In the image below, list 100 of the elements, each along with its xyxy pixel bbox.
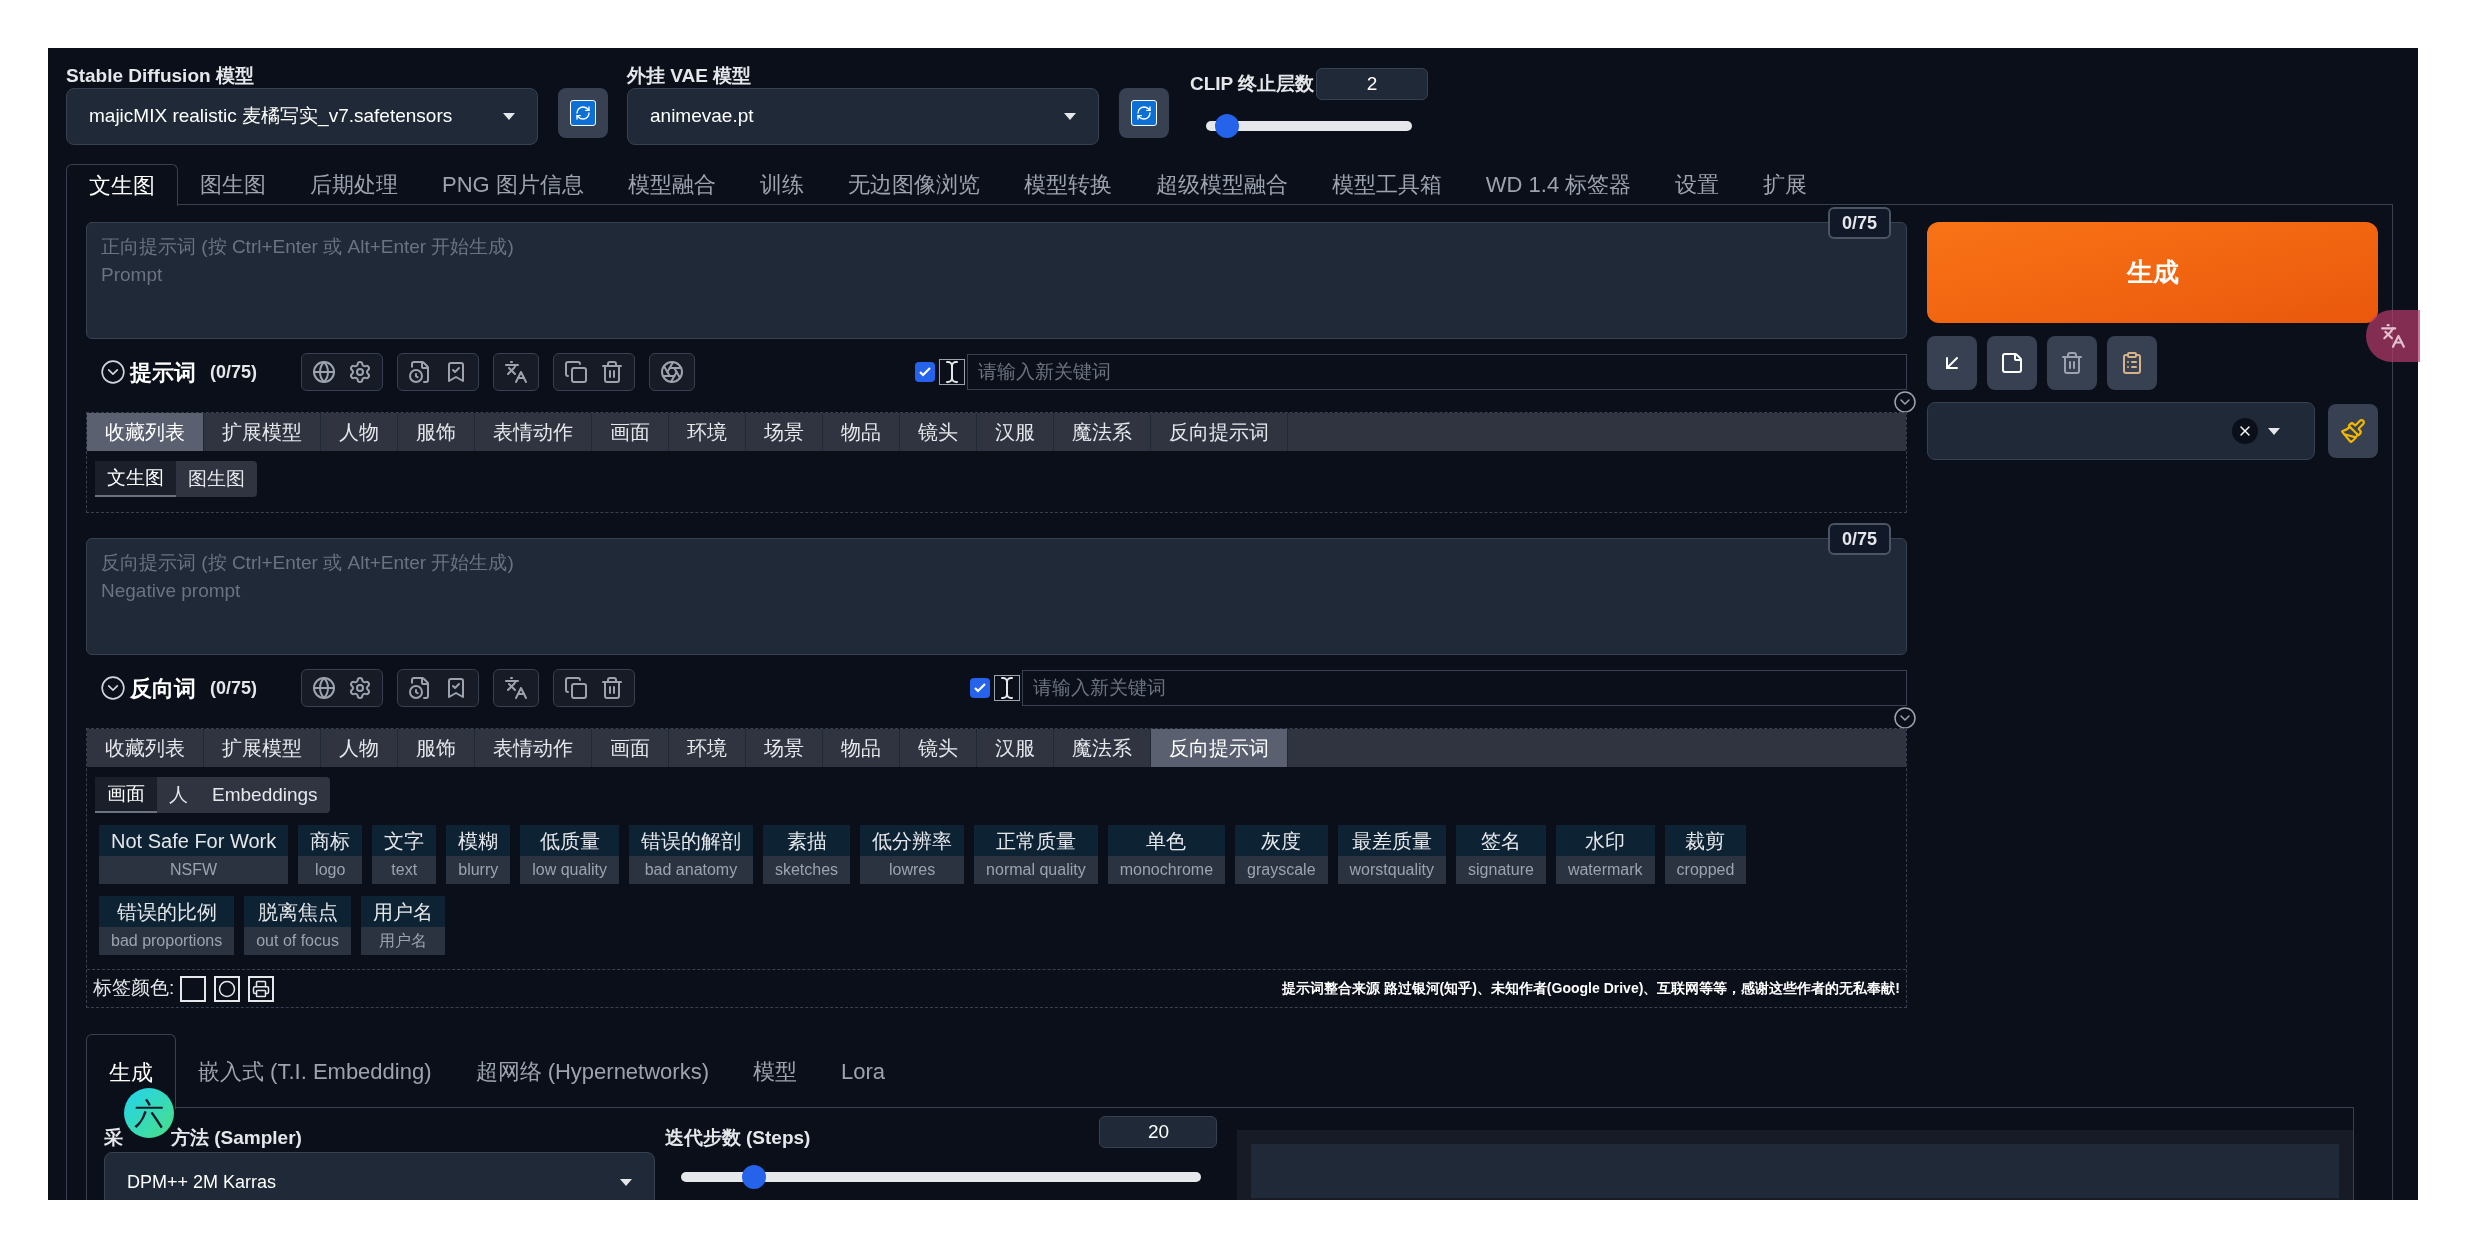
slider-thumb[interactable] (1214, 114, 1239, 138)
subtab[interactable]: Embeddings (200, 777, 330, 813)
main-tab[interactable]: 模型融合 (605, 164, 738, 205)
category-tab[interactable]: 收藏列表 (87, 729, 204, 767)
refresh-button[interactable] (1119, 88, 1169, 138)
bottom-tab[interactable]: 嵌入式 (T.I. Embedding) (176, 1034, 454, 1108)
bottom-tab[interactable]: Lora (819, 1034, 908, 1108)
main-tab[interactable]: 训练 (737, 164, 826, 205)
category-tab[interactable]: 物品 (823, 729, 900, 767)
main-tab[interactable]: WD 1.4 标签器 (1463, 164, 1654, 205)
main-tab[interactable]: 图生图 (178, 164, 288, 205)
category-tab[interactable]: 扩展模型 (204, 413, 321, 451)
category-tab[interactable]: 画面 (592, 729, 669, 767)
subtab[interactable]: 图生图 (176, 461, 257, 497)
tag-chip[interactable]: 低分辨率 lowres (860, 825, 965, 884)
bottom-tab[interactable]: 模型 (731, 1034, 819, 1108)
category-tab[interactable]: 画面 (592, 413, 669, 451)
category-tab[interactable]: 反向提示词 (1151, 413, 1288, 451)
category-tab[interactable]: 表情动作 (475, 413, 592, 451)
keyword-input[interactable]: 请输入新关键词 (967, 354, 1907, 390)
category-tab[interactable]: 服饰 (398, 729, 475, 767)
notepad-button[interactable] (1987, 336, 2037, 390)
sampler-dropdown[interactable]: DPM++ 2M Karras (104, 1152, 655, 1200)
category-tab[interactable]: 汉服 (977, 729, 1054, 767)
main-tab[interactable]: PNG 图片信息 (420, 164, 606, 205)
clipboard-button[interactable] (2107, 336, 2157, 390)
model-dropdown[interactable]: majicMIX realistic 麦橘写实_v7.safetensors (66, 88, 538, 145)
category-tab[interactable]: 场景 (746, 413, 823, 451)
number-input[interactable]: 20 (1099, 1116, 1218, 1149)
number-input[interactable]: 2 (1316, 68, 1428, 100)
category-tab[interactable]: 汉服 (977, 413, 1054, 451)
tag-chip[interactable]: 水印 watermark (1555, 825, 1655, 884)
main-tab[interactable]: 扩展 (1741, 164, 1830, 205)
settings-icon[interactable] (348, 360, 373, 384)
checkbox[interactable] (970, 678, 991, 698)
translate-button[interactable] (2366, 310, 2420, 362)
collapse-icon[interactable] (100, 675, 126, 701)
category-tab[interactable]: 镜头 (900, 413, 977, 451)
category-tab[interactable]: 环境 (669, 413, 746, 451)
delete-icon[interactable] (600, 676, 625, 700)
category-tab[interactable]: 收藏列表 (87, 413, 204, 451)
category-tab[interactable]: 镜头 (900, 729, 977, 767)
printer-button[interactable] (248, 975, 275, 1002)
tag-chip[interactable]: 用户名 用户名 (360, 896, 445, 955)
tag-chip[interactable]: 低质量 low quality (520, 825, 619, 884)
main-tab[interactable]: 模型转换 (1001, 164, 1134, 205)
tag-chip[interactable]: 商标 logo (298, 825, 363, 884)
subtab[interactable]: 画面 (95, 777, 157, 813)
category-tab[interactable]: 人物 (321, 413, 398, 451)
settings-icon[interactable] (348, 676, 373, 700)
subtab[interactable]: 文生图 (95, 461, 176, 497)
collapse-icon[interactable] (100, 359, 126, 385)
brush-button[interactable] (2328, 404, 2378, 458)
copy-icon[interactable] (564, 676, 589, 700)
tag-chip[interactable]: 单色 monochrome (1107, 825, 1226, 884)
main-tab[interactable]: 文生图 (66, 164, 178, 206)
tag-chip[interactable]: 错误的解剖 bad anatomy (628, 825, 753, 884)
tag-chip[interactable]: 错误的比例 bad proportions (99, 896, 235, 955)
main-tab[interactable]: 后期处理 (288, 164, 420, 205)
bottom-tab[interactable]: 超网络 (Hypernetworks) (453, 1034, 731, 1108)
tag-chip[interactable]: 灰度 grayscale (1235, 825, 1328, 884)
category-tab[interactable]: 环境 (669, 729, 746, 767)
globe-icon[interactable] (312, 360, 337, 384)
copy-icon[interactable] (564, 360, 589, 384)
translate-icon[interactable] (504, 676, 529, 700)
reset-button[interactable] (214, 975, 241, 1002)
expand-icon[interactable] (1893, 706, 1917, 730)
checkbox[interactable] (915, 362, 936, 382)
category-tab[interactable]: 魔法系 (1054, 413, 1151, 451)
tag-chip[interactable]: 文字 text (372, 825, 437, 884)
translate-icon[interactable] (504, 360, 529, 384)
main-tab[interactable]: 超级模型融合 (1133, 164, 1310, 205)
tag-chip[interactable]: 签名 signature (1456, 825, 1546, 884)
category-tab[interactable]: 扩展模型 (204, 729, 321, 767)
tag-chip[interactable]: 脱离焦点 out of focus (244, 896, 351, 955)
expand-icon[interactable] (1893, 390, 1917, 414)
tag-chip[interactable]: 裁剪 cropped (1664, 825, 1747, 884)
keyword-input[interactable]: 请输入新关键词 (1022, 670, 1907, 706)
category-tab[interactable]: 反向提示词 (1151, 729, 1288, 767)
category-tab[interactable]: 表情动作 (475, 729, 592, 767)
main-tab[interactable]: 无边图像浏览 (825, 164, 1002, 205)
tag-chip[interactable]: Not Safe For Work NSFW (99, 825, 289, 884)
slider-thumb[interactable] (741, 1164, 766, 1189)
main-tab[interactable]: 模型工具箱 (1309, 164, 1464, 205)
main-tab[interactable]: 设置 (1653, 164, 1742, 205)
arrow-button[interactable] (1927, 336, 1977, 390)
trash-button[interactable] (2047, 336, 2097, 390)
category-tab[interactable]: 场景 (746, 729, 823, 767)
category-tab[interactable]: 物品 (823, 413, 900, 451)
category-tab[interactable]: 人物 (321, 729, 398, 767)
tag-chip[interactable]: 正常质量 normal quality (974, 825, 1098, 884)
globe-icon[interactable] (312, 676, 337, 700)
color-swatch[interactable] (180, 975, 207, 1002)
clear-icon[interactable] (2232, 418, 2258, 444)
category-tab[interactable]: 服饰 (398, 413, 475, 451)
subtab[interactable]: 人 (157, 777, 200, 813)
tag-chip[interactable]: 素描 sketches (762, 825, 851, 884)
model-dropdown[interactable]: animevae.pt (627, 88, 1099, 145)
tag-chip[interactable]: 模糊 blurry (446, 825, 511, 884)
aperture-icon[interactable] (660, 360, 685, 384)
